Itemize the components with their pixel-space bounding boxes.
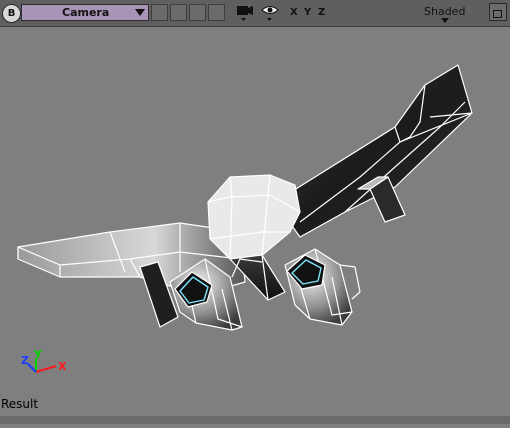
status-text: Result	[1, 397, 39, 411]
axis-x-button[interactable]: X	[290, 7, 298, 18]
view-slot-1[interactable]	[151, 4, 168, 21]
gizmo-x-label: X	[58, 360, 67, 373]
view-slot-2[interactable]	[170, 4, 187, 21]
eye-icon[interactable]	[261, 4, 279, 23]
maximize-icon[interactable]	[489, 3, 507, 21]
camera-select[interactable]: Camera	[21, 4, 149, 21]
viewport-toolbar: B Camera X Y Z Shaded	[0, 0, 510, 27]
gizmo-z-label: Z	[21, 354, 29, 367]
axis-z-button[interactable]: Z	[318, 7, 325, 18]
chevron-down-icon	[441, 18, 449, 23]
axis-gizmo: Z Y X	[21, 348, 67, 373]
airplane-wireframe-model: Z Y X	[17, 64, 473, 373]
shading-mode-label: Shaded	[424, 5, 466, 18]
gizmo-y-label: Y	[33, 348, 43, 361]
camera-select-label: Camera	[62, 6, 110, 19]
axis-y-button[interactable]: Y	[304, 7, 311, 18]
3d-viewport[interactable]: Z Y X	[0, 27, 510, 424]
view-slot-3[interactable]	[189, 4, 206, 21]
view-slot-4[interactable]	[208, 4, 225, 21]
shading-mode-select[interactable]: Shaded	[424, 5, 466, 23]
bottom-bar	[0, 416, 510, 424]
b-button[interactable]: B	[2, 4, 21, 23]
camera-icon[interactable]	[236, 4, 254, 23]
chevron-down-icon	[135, 9, 145, 16]
